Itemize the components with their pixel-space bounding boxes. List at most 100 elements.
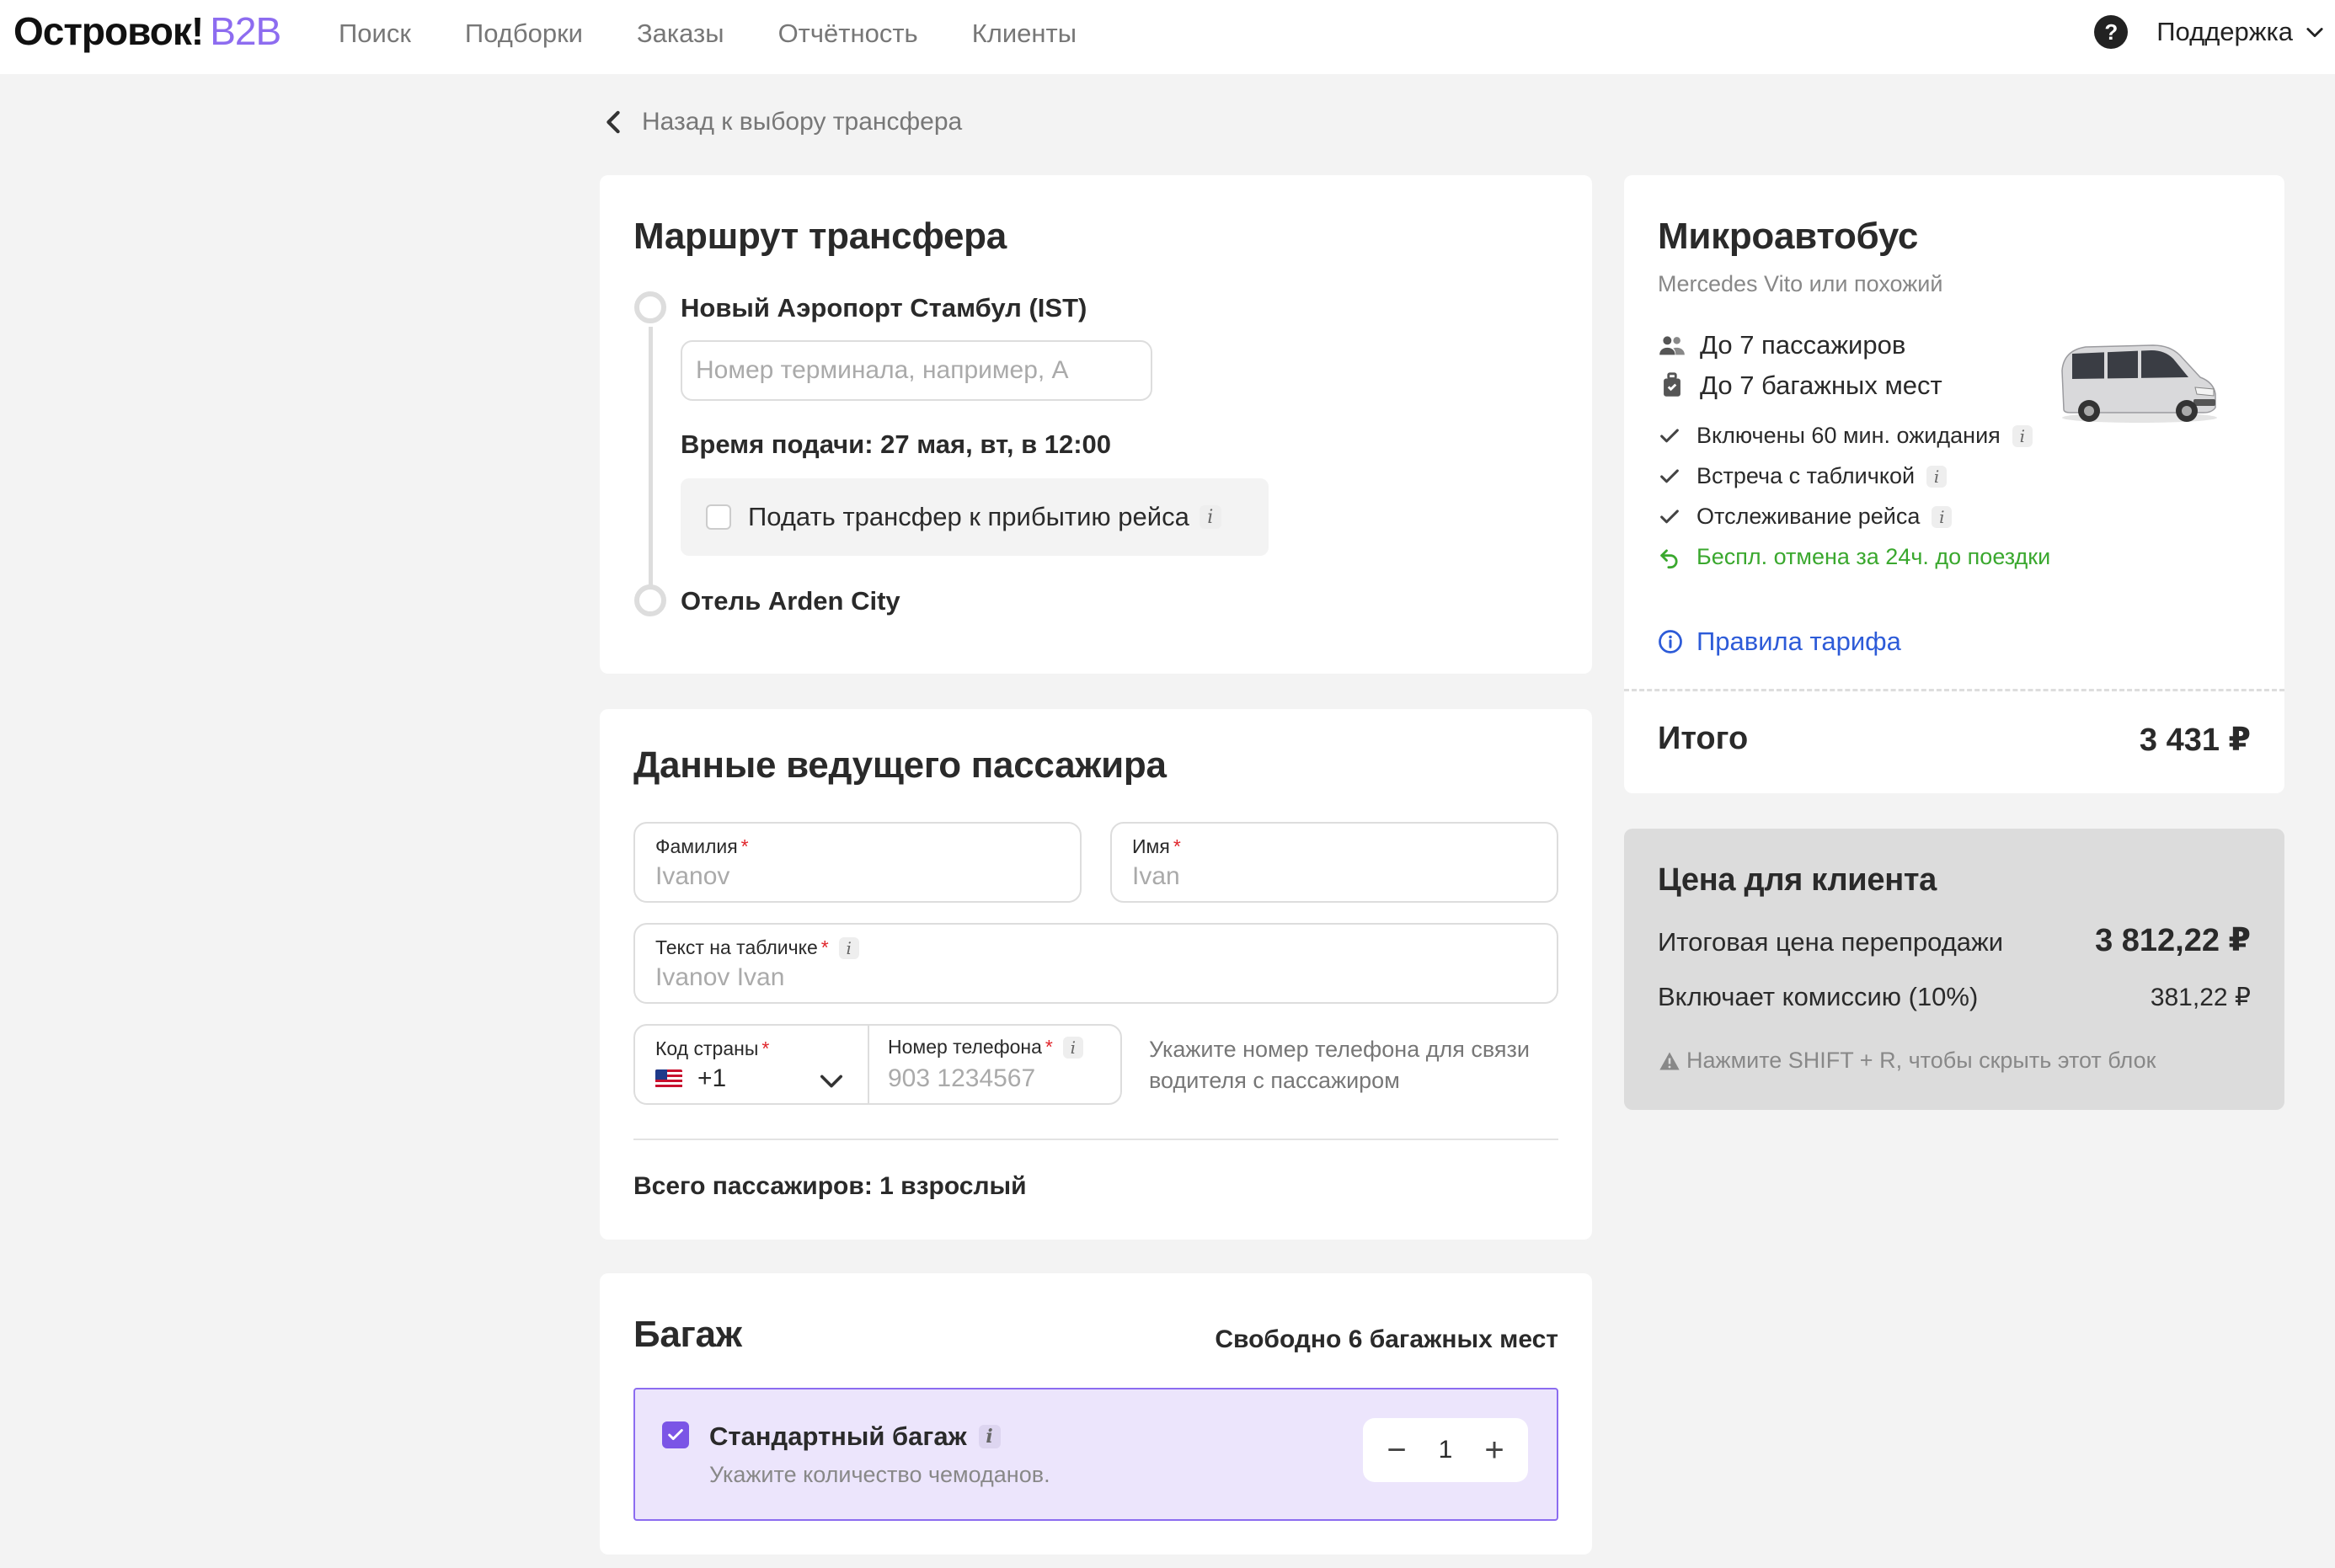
country-code-select[interactable]: +1 (655, 1064, 726, 1093)
checkmark-icon (1660, 468, 1679, 483)
country-code-label: Код страны * (655, 1037, 770, 1059)
luggage-icon (1664, 372, 1680, 397)
divider (633, 1139, 1558, 1140)
free-cancellation-label: Беспл. отмена за 24ч. до поездки (1696, 544, 2051, 569)
capacity-passengers: До 7 пассажиров (1658, 330, 1905, 360)
feature-sign-label: Встреча с табличкой (1696, 463, 1916, 488)
capacity-luggage: До 7 багажных мест (1658, 371, 1942, 401)
capacity-luggage-label: До 7 багажных мест (1700, 371, 1942, 400)
arrival-checkbox[interactable] (706, 504, 731, 530)
info-icon[interactable]: i (2012, 424, 2033, 447)
resale-price-value: 3 812,22 ₽ (2095, 923, 2251, 958)
people-icon (1659, 336, 1685, 355)
feature-sign: Встреча с табличкой i (1658, 463, 1948, 489)
surname-field[interactable]: Фамилия * Ivanov (633, 822, 1082, 903)
undo-arrow-icon (1660, 548, 1678, 568)
baggage-free: Свободно 6 багажных мест (1215, 1325, 1558, 1353)
terminal-input[interactable]: Номер терминала, например, А (681, 340, 1152, 401)
surname-input[interactable]: Ivanov (655, 862, 729, 891)
us-flag-icon (655, 1069, 682, 1088)
vehicle-title: Микроавтобус (1658, 216, 1919, 257)
phone-hint: Укажите номер телефона для связи водител… (1149, 1037, 1530, 1093)
phone-divider (868, 1026, 869, 1103)
route-to: Отель Arden City (681, 586, 900, 616)
phone-label: Номер телефона * i (888, 1036, 1083, 1059)
phone-group: Код страны * +1 Номер телефона * i 903 1234… (633, 1024, 1122, 1105)
back-link-label: Назад к выбору трансфера (642, 108, 963, 136)
nav-item-search[interactable]: Поиск (339, 19, 411, 49)
checkmark-icon (1660, 428, 1679, 442)
country-code-value: +1 (697, 1064, 727, 1092)
chevron-left-icon (606, 110, 620, 134)
feature-waiting: Включены 60 мин. ожидания i (1658, 423, 2033, 449)
nav-item-collections[interactable]: Подборки (465, 19, 583, 49)
surname-label: Фамилия * (655, 835, 749, 857)
name-label: Имя * (1132, 835, 1181, 857)
top-header: Островок! B2B Поиск Подборки Заказы Отчёт… (0, 0, 2335, 74)
sign-text-field[interactable]: Текст на табличке * i Ivanov Ivan (633, 923, 1558, 1004)
increment-button[interactable]: + (1479, 1433, 1509, 1467)
client-price-title: Цена для клиента (1658, 862, 1937, 898)
info-icon[interactable]: i (838, 936, 859, 959)
support-menu[interactable]: ? Поддержка (2094, 15, 2327, 57)
route-card: Маршрут трансфера Новый Аэропорт Стамбул… (600, 175, 1592, 674)
baggage-checkbox[interactable] (662, 1421, 689, 1448)
feature-free-cancellation: Беспл. отмена за 24ч. до поездки (1658, 544, 2050, 570)
quantity-stepper: − 1 + (1363, 1418, 1528, 1482)
capacity-passengers-label: До 7 пассажиров (1700, 330, 1906, 360)
info-icon[interactable]: i (1926, 465, 1948, 488)
resale-price-label: Итоговая цена перепродажи (1658, 927, 2004, 957)
baggage-title: Багаж (633, 1314, 742, 1355)
info-icon[interactable]: i (978, 1425, 1001, 1448)
vehicle-card: Микроавтобус Mercedes Vito или похожий Д… (1624, 175, 2284, 793)
total-label: Итого (1658, 721, 1749, 756)
passenger-card: Данные ведущего пассажира Фамилия * Ivano… (600, 709, 1592, 1240)
feature-flight-tracking: Отслеживание рейса i (1658, 504, 1953, 530)
route-from: Новый Аэропорт Стамбул (IST) (681, 293, 1087, 323)
sign-text-input[interactable]: Ivanov Ivan (655, 963, 784, 992)
back-link[interactable]: Назад к выбору трансфера (601, 108, 962, 136)
name-field[interactable]: Имя * Ivan (1110, 822, 1558, 903)
nav-item-reports[interactable]: Отчётность (778, 19, 918, 49)
pickup-time: Время подачи: 27 мая, вт, в 12:00 (681, 429, 1112, 459)
minibus-image (2061, 344, 2217, 423)
nav-item-clients[interactable]: Клиенты (972, 19, 1077, 49)
feature-waiting-label: Включены 60 мин. ожидания (1696, 423, 2001, 448)
info-icon[interactable]: i (1062, 1036, 1083, 1059)
main-nav: Поиск Подборки Заказы Отчётность Клиенты (339, 19, 1130, 49)
tariff-rules-link[interactable]: Правила тарифа (1658, 627, 1901, 657)
chevron-down-icon[interactable] (817, 1069, 846, 1093)
passenger-title: Данные ведущего пассажира (633, 744, 1167, 786)
info-icon[interactable]: i (1199, 505, 1221, 529)
route-end-dot (634, 584, 666, 616)
phone-input[interactable]: 903 1234567 (888, 1064, 1035, 1093)
sign-text-label: Текст на табличке * i (655, 936, 859, 959)
hide-block-hint-label: Нажмите SHIFT + R, чтобы скрыть этот бло… (1686, 1048, 2156, 1073)
baggage-card: Багаж Свободно 6 багажных мест Стандартн… (600, 1273, 1592, 1555)
route-start-dot (634, 291, 666, 323)
client-price-card: Цена для клиента Итоговая цена перепрода… (1624, 829, 2284, 1110)
checkmark-icon (668, 1429, 683, 1441)
route-line (649, 327, 653, 608)
commission-label: Включает комиссию (10%) (1658, 982, 1979, 1011)
warning-icon (1659, 1052, 1680, 1069)
info-icon[interactable]: i (1932, 505, 1953, 528)
quantity-value: 1 (1438, 1436, 1453, 1464)
commission-value: 381,22 ₽ (2150, 984, 2251, 1011)
arrival-label: Подать трансфер к прибытию рейса (748, 502, 1189, 531)
commission-row: Включает комиссию (10%) 381,22 ₽ (1658, 982, 2251, 1012)
decrement-button[interactable]: − (1381, 1433, 1412, 1467)
feature-flight-tracking-label: Отслеживание рейса (1696, 504, 1921, 529)
tariff-rules-label: Правила тарифа (1696, 627, 1901, 656)
arrival-option[interactable]: Подать трансфер к прибытию рейса i (681, 478, 1269, 556)
resale-price-row: Итоговая цена перепродажи 3 812,22 ₽ (1658, 921, 2251, 959)
logo-b2b: B2B (210, 9, 281, 53)
hide-block-hint: Нажмите SHIFT + R, чтобы скрыть этот бло… (1658, 1048, 2156, 1074)
nav-item-orders[interactable]: Заказы (637, 19, 724, 49)
chevron-down-icon (2306, 28, 2323, 38)
logo[interactable]: Островок! B2B (13, 8, 281, 54)
vehicle-subtitle: Mercedes Vito или похожий (1658, 271, 1943, 296)
standard-baggage-item: Стандартный багаж i Укажите количество че… (633, 1388, 1558, 1521)
passengers-total: Всего пассажиров: 1 взрослый (633, 1172, 1027, 1200)
name-input[interactable]: Ivan (1132, 862, 1180, 891)
